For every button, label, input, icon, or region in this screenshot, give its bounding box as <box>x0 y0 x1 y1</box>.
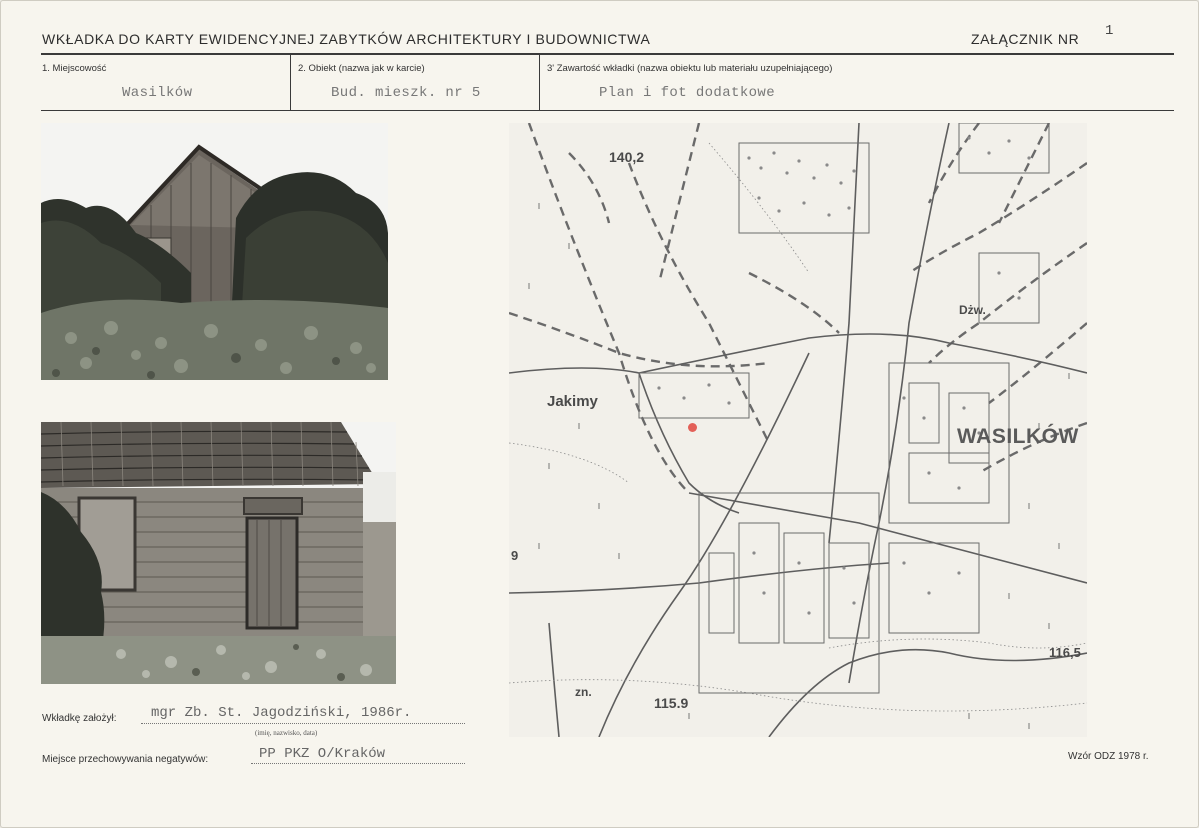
storage-value: PP PKZ O/Kraków <box>259 746 386 762</box>
content-label: 3' Zawartość wkładki (nazwa obiektu lub … <box>547 63 833 74</box>
annex-number: 1 <box>1105 23 1114 39</box>
map-elevation-label: 116,5 <box>1049 645 1081 660</box>
author-dotted-line <box>141 723 465 724</box>
annex-label: ZAŁĄCZNIK NR <box>971 31 1080 47</box>
locality-value: Wasilków <box>122 85 193 101</box>
photo-house-front <box>41 422 396 684</box>
fields-bottom-rule <box>41 110 1174 111</box>
template-note: Wzór ODZ 1978 r. <box>1068 751 1149 762</box>
object-value: Bud. mieszk. nr 5 <box>331 85 481 101</box>
map-label-number: 9 <box>511 548 519 563</box>
content-value: Plan i fot dodatkowe <box>599 85 776 101</box>
map-elevation-label: 140,2 <box>609 149 645 165</box>
object-label: 2. Obiekt (nazwa jak w karcie) <box>298 63 425 74</box>
location-marker <box>688 423 697 432</box>
map-elevation-label: 115.9 <box>654 695 689 711</box>
author-hint: (imię, nazwisko, data) <box>255 729 318 737</box>
locality-label: 1. Miejscowość <box>42 63 107 74</box>
storage-label: Miejsce przechowywania negatywów: <box>42 754 209 765</box>
field-separator <box>539 55 540 110</box>
map-label-dzw: Dżw. <box>959 303 986 317</box>
header-rule <box>41 53 1174 55</box>
author-label: Wkładkę założył: <box>42 713 117 724</box>
photo-house-gable <box>41 123 388 380</box>
header-title: WKŁADKA DO KARTY EWIDENCYJNEJ ZABYTKÓW A… <box>42 31 651 47</box>
map-place-label: Jakimy <box>547 393 598 410</box>
map-label-zn: zn. <box>575 685 592 699</box>
inventory-card-insert: WKŁADKA DO KARTY EWIDENCYJNEJ ZABYTKÓW A… <box>0 0 1199 828</box>
map-town-label: WASILKÓW <box>957 425 1079 448</box>
author-value: mgr Zb. St. Jagodziński, 1986r. <box>151 705 412 721</box>
field-separator <box>290 55 291 110</box>
storage-dotted-line <box>251 763 465 764</box>
topographic-map: 140,2 Jakimy WASILKÓW Dżw. 116,5 115.9 z… <box>509 123 1087 737</box>
